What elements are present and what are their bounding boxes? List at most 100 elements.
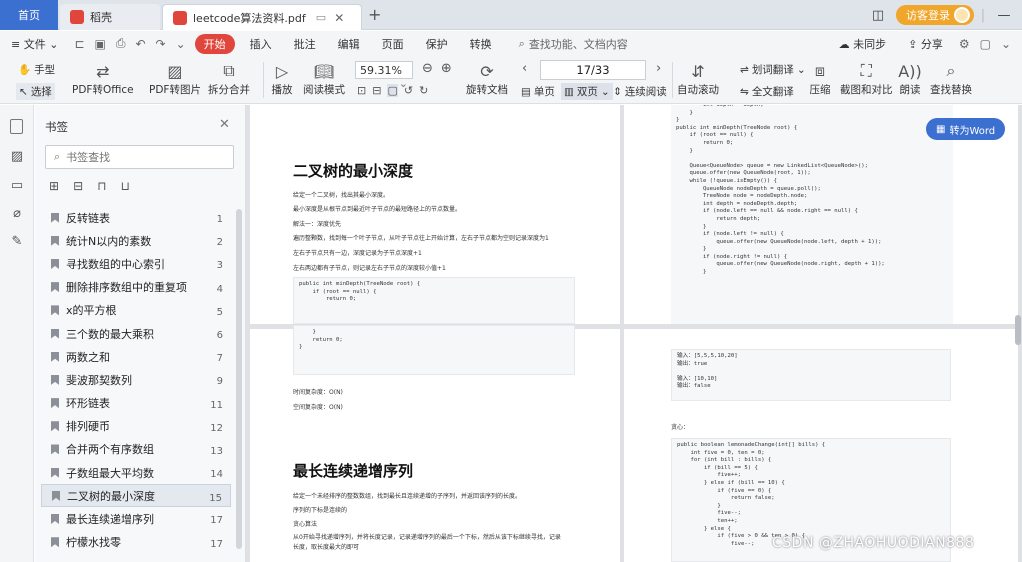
- share-button[interactable]: ⇪ 分享: [897, 36, 954, 52]
- file-menu[interactable]: ≡ 文件 ⌄: [0, 36, 69, 52]
- double-page-button[interactable]: ▥ 双页 ⌄: [561, 83, 613, 100]
- find-replace-button[interactable]: ⌕ 查找替换: [930, 60, 972, 97]
- screenshot-compare-button[interactable]: ⛶ 截图和对比: [840, 60, 893, 97]
- hand-tool[interactable]: ✋ 手型: [18, 62, 55, 77]
- toolbar: ✋ 手型 ↖ 选择 ⇄ PDF转Office ▨ PDF转图片 ⧉ 拆分合并 ▷ 播放 📖︎…: [0, 56, 1022, 104]
- bookmark-item[interactable]: 斐波那契数列 9: [41, 368, 231, 391]
- file-menu-label: 文件: [23, 37, 46, 51]
- read-aloud-button[interactable]: A)) 朗读: [898, 60, 922, 97]
- play-button[interactable]: ▷ 播放: [270, 60, 294, 97]
- bookmark-flag-icon: [51, 374, 59, 385]
- layout-icon[interactable]: ◫: [866, 8, 890, 23]
- bookmark-item[interactable]: 柠檬水找零 17: [41, 531, 231, 554]
- monitor-icon[interactable]: ▭: [316, 11, 326, 24]
- login-button[interactable]: 访客登录: [896, 5, 974, 25]
- page-number-input[interactable]: 17/33: [540, 60, 646, 80]
- bookmark-outline-icon[interactable]: ⊔: [121, 179, 130, 193]
- more-chevron-icon[interactable]: ⌄: [171, 37, 191, 51]
- document-viewer[interactable]: 二叉树的最小深度 给定一个二叉树，找出其最小深度。 最小深度是从根节点到最近叶子…: [246, 105, 1022, 562]
- fit-width-icon[interactable]: ⊟: [372, 84, 381, 97]
- convert-to-word-button[interactable]: ▦ 转为Word: [926, 118, 1006, 140]
- scrollbar[interactable]: [236, 209, 242, 549]
- code-block: 输入：[5,5,5,10,20] 输出：true 输入：[10,10] 输出：f…: [671, 349, 951, 401]
- pdf-to-office-button[interactable]: ⇄ PDF转Office: [72, 60, 134, 97]
- tab-home[interactable]: 首页: [0, 0, 58, 30]
- comment-icon[interactable]: ▭: [9, 178, 25, 194]
- chat-icon[interactable]: ▢: [975, 37, 996, 51]
- bookmark-item[interactable]: 三个数的最大乘积 6: [41, 322, 231, 345]
- search-function[interactable]: ⌕ 查找功能、文档内容: [519, 36, 628, 52]
- compress-button[interactable]: ⧈ 压缩: [808, 60, 832, 97]
- menu-start[interactable]: 开始: [194, 33, 235, 54]
- bookmark-item[interactable]: 删除排序数组中的重复项 4: [41, 276, 231, 299]
- read-mode-button[interactable]: 📖︎ 阅读模式: [303, 60, 345, 97]
- bookmark-search[interactable]: ⌕: [45, 145, 234, 169]
- bookmark-item[interactable]: 子数组最大平均数 14: [41, 461, 231, 484]
- bookmark-item[interactable]: 排列硬币 12: [41, 415, 231, 438]
- open-folder-icon[interactable]: ⊏: [69, 37, 89, 51]
- bookmark-item[interactable]: 环形链表 11: [41, 392, 231, 415]
- redo-icon[interactable]: ↷: [151, 37, 171, 51]
- add-bookmark-icon[interactable]: ⊞: [49, 179, 59, 193]
- menu-protect[interactable]: 保护: [415, 36, 459, 52]
- zoom-select[interactable]: 59.31% ⌄: [355, 61, 413, 90]
- zoom-out-icon[interactable]: ⊖: [422, 61, 433, 76]
- pdf-to-image-button[interactable]: ▨ PDF转图片: [149, 60, 201, 97]
- single-page-button[interactable]: ▤ 单页: [521, 84, 555, 99]
- screenshot-compare-label: 截图和对比: [840, 84, 893, 96]
- save-icon[interactable]: ▣: [90, 37, 111, 51]
- add-sub-bookmark-icon[interactable]: ⊟: [73, 179, 83, 193]
- read-aloud-label: 朗读: [899, 84, 921, 96]
- chevron-down-icon[interactable]: ⌄: [996, 37, 1016, 51]
- bookmark-item[interactable]: 统计N以内的素数 2: [41, 229, 231, 252]
- close-icon[interactable]: ✕: [334, 11, 344, 25]
- tab-document[interactable]: leetcode算法资料.pdf ▭ ✕: [162, 4, 362, 30]
- chevron-down-icon: ⌄: [796, 63, 806, 76]
- attachment-icon[interactable]: ⌀: [9, 206, 25, 222]
- full-translate-button[interactable]: ⇋ 全文翻译: [740, 84, 794, 99]
- menu-insert[interactable]: 插入: [239, 36, 283, 52]
- bookmark-page-number: 11: [210, 399, 223, 411]
- sync-status[interactable]: ☁ 未同步: [828, 36, 898, 52]
- paragraph: 给定一个未经排序的整数数组，找到最长且连续递增的子序列，并返回该序列的长度。: [293, 493, 522, 500]
- bookmark-item[interactable]: 最长连续递增序列 17: [41, 507, 231, 530]
- undo-icon[interactable]: ↶: [130, 37, 150, 51]
- prev-page-icon[interactable]: ‹: [522, 61, 527, 76]
- bookmark-item[interactable]: 两数之和 7: [41, 345, 231, 368]
- menu-annotate[interactable]: 批注: [283, 36, 327, 52]
- menu-edit[interactable]: 编辑: [327, 36, 371, 52]
- pdf-to-image-label: PDF转图片: [149, 84, 201, 96]
- new-tab-button[interactable]: +: [368, 5, 381, 24]
- signature-icon[interactable]: ✎: [9, 234, 25, 250]
- bookmark-search-input[interactable]: [66, 150, 217, 164]
- bookmark-item[interactable]: 合并两个有序数组 13: [41, 438, 231, 461]
- word-translate-button[interactable]: ⇌ 划词翻译 ⌄: [740, 62, 806, 77]
- tab-daoke[interactable]: 稻壳: [60, 4, 160, 30]
- auto-scroll-button[interactable]: ⇵ 自动滚动: [677, 60, 719, 97]
- bookmark-icon[interactable]: ⊓: [97, 179, 106, 193]
- thumbnail-icon[interactable]: ▨: [9, 149, 25, 165]
- next-page-icon[interactable]: ›: [656, 61, 661, 76]
- bookmark-flag-icon: [51, 282, 59, 293]
- rotate-right-icon[interactable]: ↻: [419, 84, 428, 97]
- menu-page[interactable]: 页面: [371, 36, 415, 52]
- select-tool[interactable]: ↖ 选择: [16, 83, 55, 100]
- bookmark-item[interactable]: 反转链表 1: [41, 206, 231, 229]
- continuous-read-button[interactable]: ⇕ 连续阅读: [613, 84, 667, 99]
- bookmark-item[interactable]: 二叉树的最小深度 15: [41, 484, 231, 508]
- fit-page-icon[interactable]: ▢: [387, 84, 398, 97]
- close-icon[interactable]: ✕: [219, 117, 230, 132]
- minimize-icon[interactable]: —: [992, 8, 1016, 23]
- print-icon[interactable]: ⎙: [111, 36, 131, 51]
- settings-icon[interactable]: ⚙: [954, 37, 975, 51]
- actual-size-icon[interactable]: ⊡: [357, 84, 366, 97]
- scrollbar[interactable]: [1015, 315, 1021, 345]
- zoom-in-icon[interactable]: ⊕: [441, 61, 452, 76]
- rotate-document-button[interactable]: ⟳ 旋转文档: [466, 60, 508, 97]
- split-merge-button[interactable]: ⧉ 拆分合并: [208, 60, 250, 97]
- rotate-left-icon[interactable]: ↺: [404, 84, 413, 97]
- menu-convert[interactable]: 转换: [459, 36, 503, 52]
- bookmark-panel-icon[interactable]: [10, 119, 23, 134]
- bookmark-item[interactable]: x的平方根 5: [41, 299, 231, 322]
- bookmark-item[interactable]: 寻找数组的中心索引 3: [41, 252, 231, 275]
